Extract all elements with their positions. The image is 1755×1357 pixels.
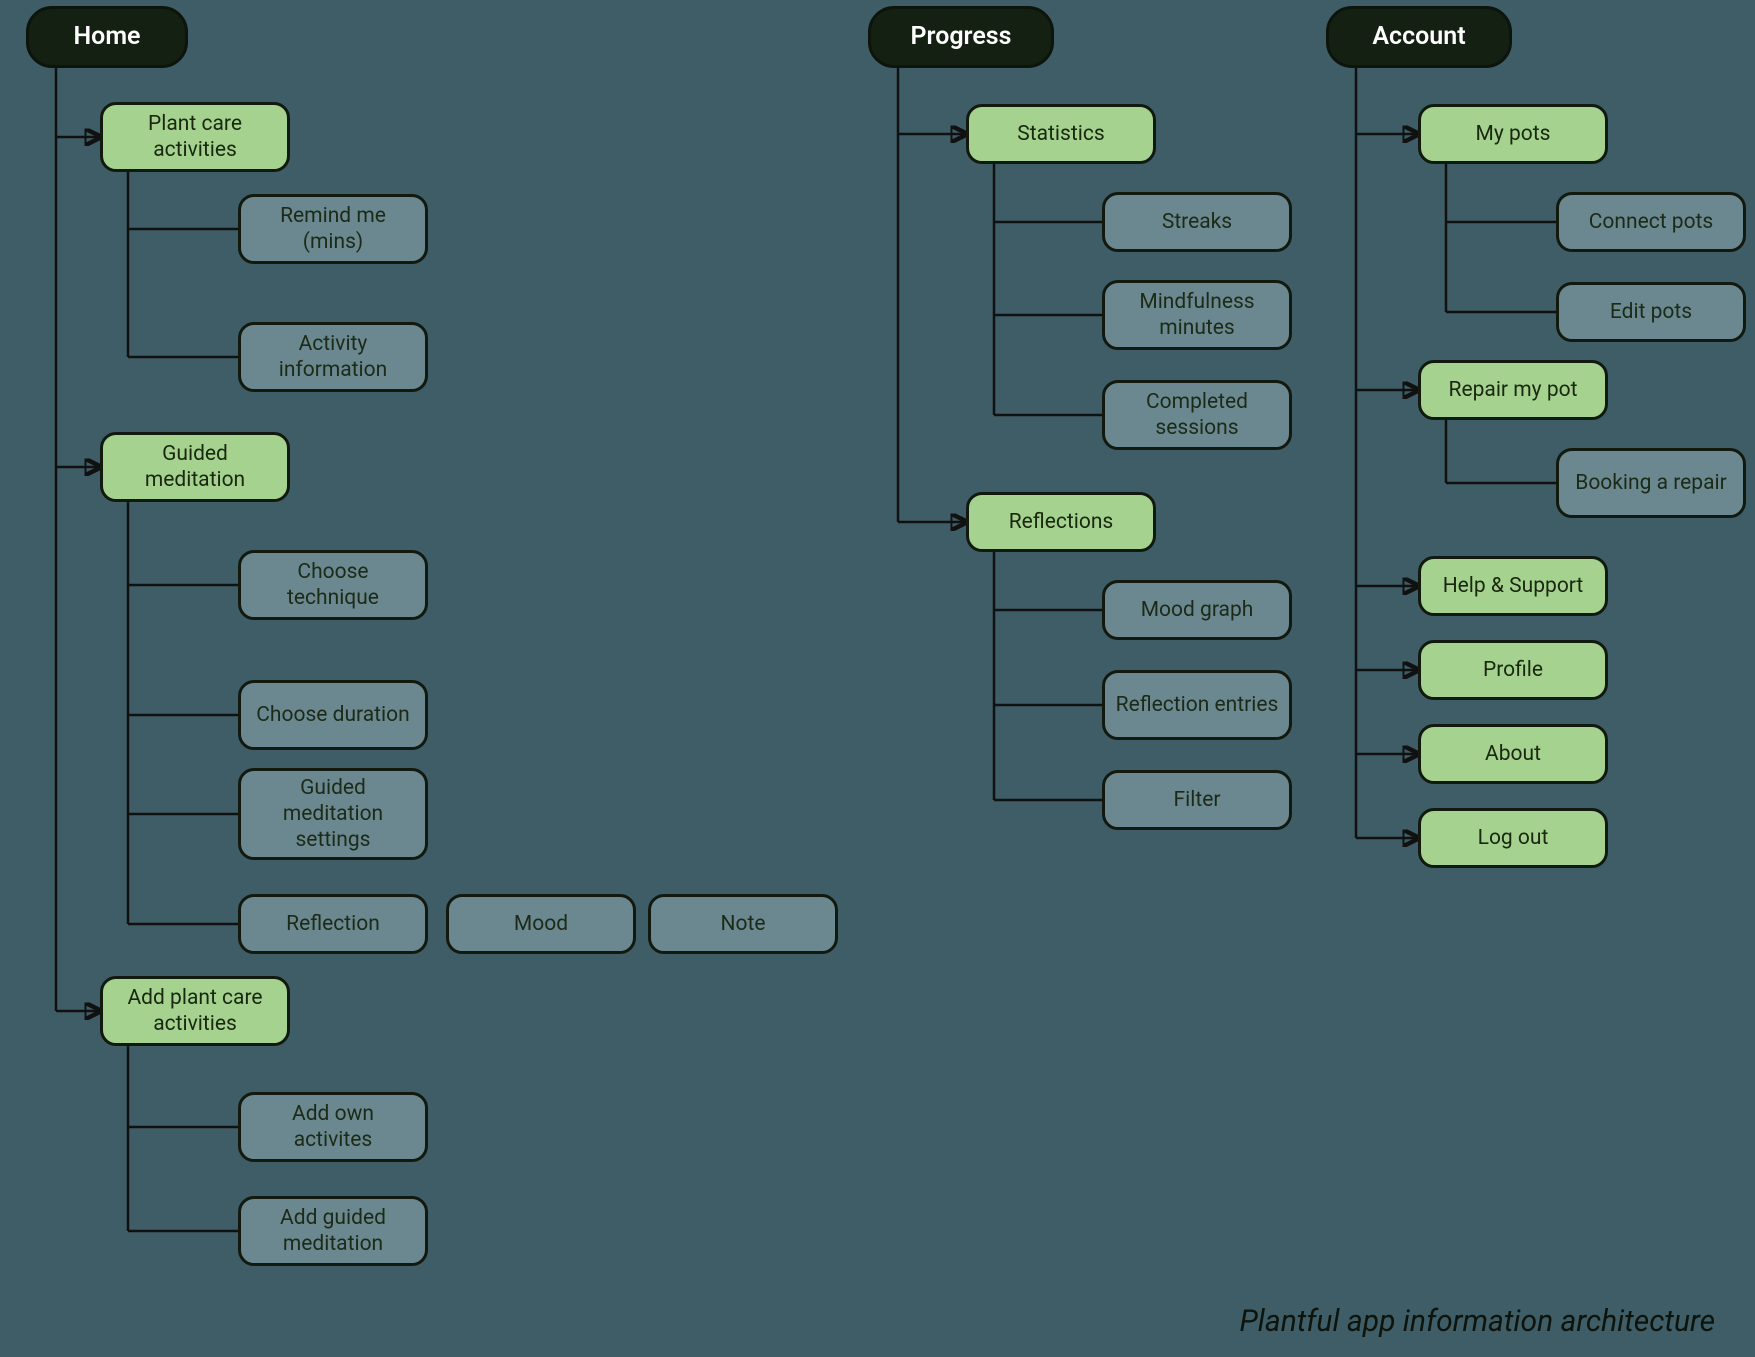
- node-my_pots: My pots: [1418, 104, 1608, 164]
- node-remind_me: Remind me (mins): [238, 194, 428, 264]
- node-activity_info: Activity information: [238, 322, 428, 392]
- node-refl_entries: Reflection entries: [1102, 670, 1292, 740]
- node-about: About: [1418, 724, 1608, 784]
- node-guided_med: Guided meditation: [100, 432, 290, 502]
- node-streaks: Streaks: [1102, 192, 1292, 252]
- node-comp_sess: Completed sessions: [1102, 380, 1292, 450]
- node-mood_graph: Mood graph: [1102, 580, 1292, 640]
- node-gm_settings: Guided meditation settings: [238, 768, 428, 860]
- node-progress: Progress: [868, 6, 1054, 68]
- node-reflections: Reflections: [966, 492, 1156, 552]
- node-connect_pots: Connect pots: [1556, 192, 1746, 252]
- node-home: Home: [26, 6, 188, 68]
- node-mood: Mood: [446, 894, 636, 954]
- node-repair_pot: Repair my pot: [1418, 360, 1608, 420]
- node-choose_tech: Choose technique: [238, 550, 428, 620]
- node-note: Note: [648, 894, 838, 954]
- node-edit_pots: Edit pots: [1556, 282, 1746, 342]
- node-plant_care: Plant care activities: [100, 102, 290, 172]
- node-booking: Booking a repair: [1556, 448, 1746, 518]
- node-account: Account: [1326, 6, 1512, 68]
- node-add_plant: Add plant care activities: [100, 976, 290, 1046]
- node-mind_min: Mindfulness minutes: [1102, 280, 1292, 350]
- caption: Plantful app information architecture: [1239, 1304, 1715, 1339]
- node-profile: Profile: [1418, 640, 1608, 700]
- node-help: Help & Support: [1418, 556, 1608, 616]
- node-reflection: Reflection: [238, 894, 428, 954]
- node-logout: Log out: [1418, 808, 1608, 868]
- node-choose_dur: Choose duration: [238, 680, 428, 750]
- node-add_gm: Add guided meditation: [238, 1196, 428, 1266]
- node-add_own: Add own activites: [238, 1092, 428, 1162]
- node-filter: Filter: [1102, 770, 1292, 830]
- node-statistics: Statistics: [966, 104, 1156, 164]
